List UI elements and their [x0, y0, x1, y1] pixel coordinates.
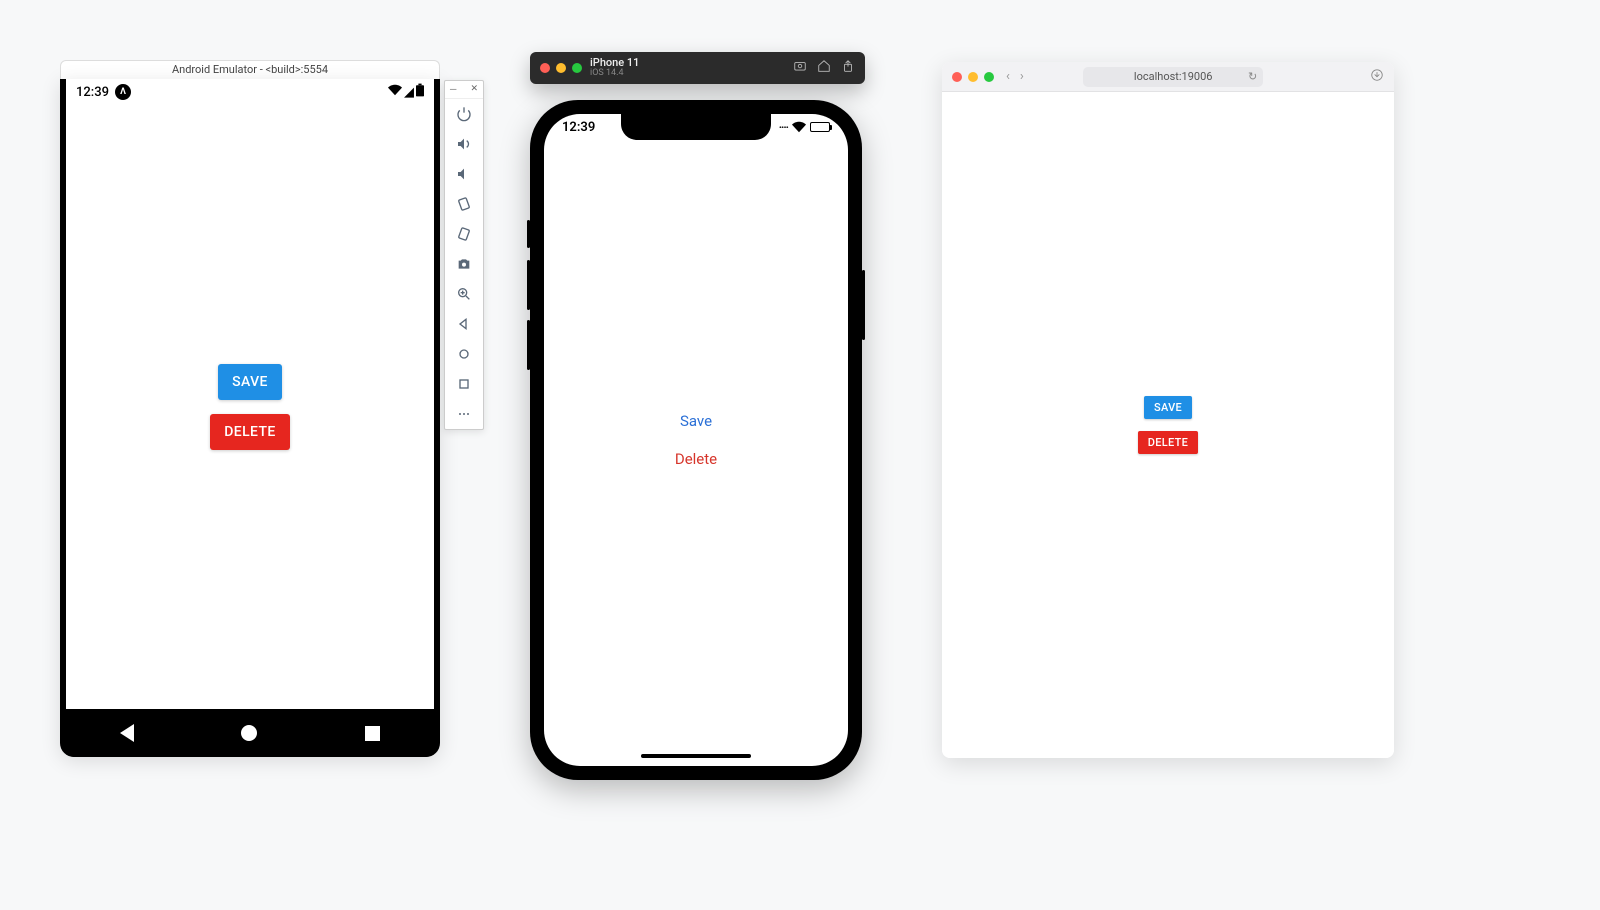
web-app-content: SAVE DELETE — [942, 92, 1394, 758]
recent-icon[interactable] — [445, 369, 483, 399]
home-indicator[interactable] — [641, 754, 751, 758]
nav-home-icon[interactable] — [241, 725, 257, 741]
wifi-icon — [388, 83, 402, 101]
save-button[interactable]: Save — [680, 412, 712, 430]
save-button[interactable]: SAVE — [1144, 396, 1192, 419]
fullscreen-icon[interactable] — [572, 63, 582, 73]
android-window-title: Android Emulator - <build>:5554 — [60, 60, 440, 79]
save-button[interactable]: SAVE — [218, 364, 282, 400]
fullscreen-icon[interactable] — [984, 72, 994, 82]
ios-app-content: Save Delete — [544, 114, 848, 766]
url-text: localhost:19006 — [1134, 70, 1213, 83]
nav-recent-icon[interactable] — [365, 726, 380, 741]
close-icon[interactable] — [540, 63, 550, 73]
delete-button[interactable]: DELETE — [210, 414, 290, 450]
home-icon[interactable] — [817, 59, 831, 76]
android-emulator: Android Emulator - <build>:5554 12:39 Λ … — [60, 60, 440, 757]
power-icon[interactable] — [445, 99, 483, 129]
minimize-icon[interactable] — [556, 63, 566, 73]
browser-toolbar: ‹ › localhost:19006 ↻ — [942, 62, 1394, 92]
nav-back-icon[interactable]: ‹ — [1006, 69, 1010, 84]
back-icon[interactable] — [445, 309, 483, 339]
rotate-right-icon[interactable] — [445, 219, 483, 249]
minimize-icon[interactable]: ─ — [450, 84, 456, 95]
window-traffic-lights — [540, 63, 582, 73]
more-icon[interactable] — [445, 399, 483, 429]
download-icon[interactable] — [1370, 68, 1384, 85]
share-icon[interactable] — [841, 59, 855, 76]
rotate-left-icon[interactable] — [445, 189, 483, 219]
battery-icon — [416, 83, 424, 101]
screenshot-icon[interactable] — [793, 59, 807, 76]
home-icon[interactable] — [445, 339, 483, 369]
volume-up-button — [527, 260, 530, 310]
ios-simulator: iPhone 11 iOS 14.4 12:39 Save — [530, 52, 865, 780]
signal-icon: ◢ — [404, 85, 414, 100]
volume-down-button — [527, 320, 530, 370]
android-nav-bar — [66, 709, 434, 757]
nav-back-icon[interactable] — [120, 724, 134, 742]
delete-button[interactable]: Delete — [675, 450, 717, 468]
volume-down-icon[interactable] — [445, 159, 483, 189]
zoom-icon[interactable] — [445, 279, 483, 309]
ios-os-version: iOS 14.4 — [590, 69, 785, 79]
minimize-icon[interactable] — [968, 72, 978, 82]
window-traffic-lights — [952, 72, 994, 82]
app-badge-icon: Λ — [115, 84, 131, 100]
close-icon[interactable]: ✕ — [470, 84, 478, 95]
delete-button[interactable]: DELETE — [1138, 431, 1198, 454]
android-emulator-toolbar: ─ ✕ — [444, 80, 484, 430]
android-device-frame: 12:39 Λ ◢ SAVE DELETE — [60, 79, 440, 757]
reload-icon[interactable]: ↻ — [1248, 70, 1257, 83]
mute-switch — [527, 220, 530, 248]
web-browser-window: ‹ › localhost:19006 ↻ SAVE DELETE — [942, 62, 1394, 758]
android-status-bar: 12:39 Λ ◢ — [66, 79, 434, 105]
close-icon[interactable] — [952, 72, 962, 82]
android-app-content: SAVE DELETE — [66, 105, 434, 709]
nav-forward-icon[interactable]: › — [1020, 69, 1024, 84]
ios-window-titlebar: iPhone 11 iOS 14.4 — [530, 52, 865, 84]
android-screen: 12:39 Λ ◢ SAVE DELETE — [66, 79, 434, 709]
volume-up-icon[interactable] — [445, 129, 483, 159]
camera-icon[interactable] — [445, 249, 483, 279]
power-button — [862, 270, 865, 340]
address-bar[interactable]: localhost:19006 ↻ — [1083, 67, 1263, 87]
status-time: 12:39 — [76, 85, 109, 100]
ios-device-frame: 12:39 Save Delete — [530, 100, 862, 780]
ios-screen: 12:39 Save Delete — [544, 114, 848, 766]
